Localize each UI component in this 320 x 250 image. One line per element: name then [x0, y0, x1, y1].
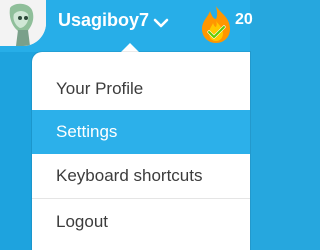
- chevron-down-icon[interactable]: [152, 14, 170, 32]
- profile-dropdown-menu: Your Profile Settings Keyboard shortcuts…: [32, 52, 250, 250]
- username-label[interactable]: Usagiboy7: [58, 10, 149, 31]
- avatar-icon: [0, 0, 46, 46]
- menu-item-your-profile[interactable]: Your Profile: [32, 68, 250, 110]
- menu-item-settings[interactable]: Settings: [32, 110, 250, 154]
- streak-count: 20: [235, 11, 253, 28]
- menu-item-keyboard-shortcuts[interactable]: Keyboard shortcuts: [32, 154, 250, 198]
- menu-item-logout[interactable]: Logout: [32, 199, 250, 245]
- streak-flame-icon[interactable]: [196, 3, 236, 45]
- avatar[interactable]: [0, 0, 46, 46]
